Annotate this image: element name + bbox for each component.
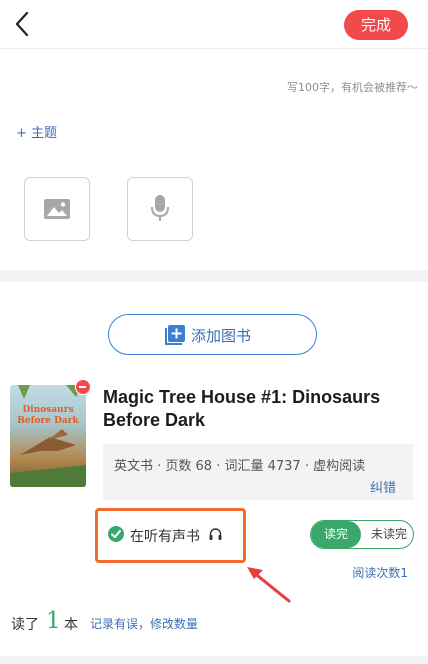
done-button[interactable]: 完成 [344, 10, 408, 40]
report-error-link[interactable]: 纠错 [370, 477, 396, 496]
red-arrow-annotation [247, 567, 291, 603]
read-count-prefix: 读了 [11, 617, 39, 633]
add-book-icon [165, 325, 185, 345]
listening-audiobook-label[interactable]: 在听有声书 [130, 526, 200, 546]
book-cover: Dinosaurs Before Dark [10, 385, 86, 487]
read-count-number: 1 [46, 608, 61, 634]
add-image-button[interactable] [24, 177, 90, 241]
section-gap [0, 270, 428, 282]
word-count-hint: 写100字，有机会被推荐～ [287, 81, 418, 94]
not-finished-option[interactable]: 未读完 [363, 521, 413, 548]
add-voice-button[interactable] [127, 177, 193, 241]
edit-count-link[interactable]: 记录有误，修改数量 [90, 615, 198, 632]
read-status-toggle[interactable]: 读完 未读完 [310, 520, 414, 549]
divider [0, 48, 428, 49]
headphones-icon [209, 528, 222, 540]
microphone-icon [151, 195, 169, 221]
add-book-label: 添加图书 [191, 327, 252, 345]
listening-checkbox[interactable] [108, 526, 124, 542]
section-gap-bottom [0, 656, 428, 664]
image-icon [44, 199, 70, 219]
add-book-button[interactable]: 添加图书 [108, 314, 317, 355]
book-title: Magic Tree House #1: Dinosaurs Before Da… [103, 387, 381, 430]
dinosaur-illustration [10, 385, 86, 487]
book-meta-panel: 英文书 · 页数 68 · 词汇量 4737 · 虚构阅读 纠错 [103, 444, 413, 500]
read-times-link[interactable]: 阅读次数1 [352, 564, 408, 581]
finished-reading-option[interactable]: 读完 [311, 521, 361, 548]
book-info: 英文书 · 页数 68 · 词汇量 4737 · 虚构阅读 [114, 459, 366, 474]
back-arrow-icon[interactable] [12, 10, 34, 38]
add-topic-link[interactable]: + 主题 [16, 122, 57, 141]
remove-book-button[interactable] [75, 379, 91, 395]
check-icon [111, 530, 121, 538]
top-bar: 完成 [0, 0, 428, 48]
read-count-suffix: 本 [64, 617, 78, 633]
